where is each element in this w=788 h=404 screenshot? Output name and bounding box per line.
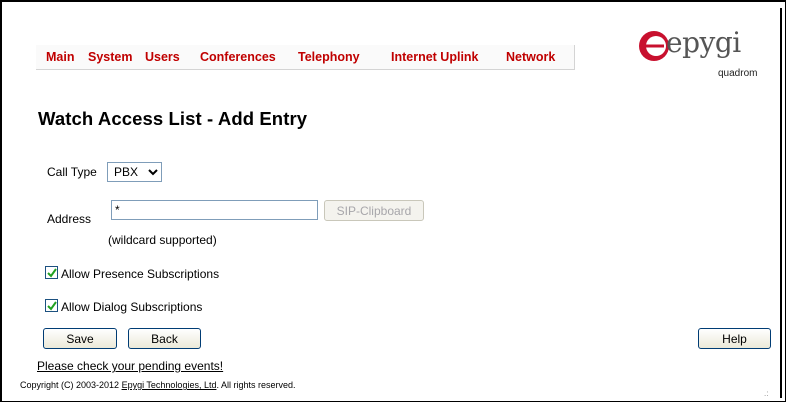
allow-presence-label: Allow Presence Subscriptions: [61, 267, 220, 281]
logo-subtitle: quadrom: [718, 68, 758, 79]
save-button[interactable]: Save: [43, 328, 117, 349]
copyright-notice: Copyright (C) 2003-2012 Epygi Technologi…: [20, 380, 296, 390]
allow-dialog-checkbox[interactable]: [45, 299, 58, 312]
nav-item-system[interactable]: System: [88, 50, 132, 64]
address-input[interactable]: [111, 200, 318, 220]
call-type-select[interactable]: PBX: [107, 162, 162, 182]
epygi-logo: epygi quadrom: [636, 26, 766, 82]
allow-dialog-label: Allow Dialog Subscriptions: [61, 300, 203, 314]
call-type-label: Call Type: [47, 165, 97, 179]
page-title: Watch Access List - Add Entry: [38, 108, 308, 129]
address-label: Address: [47, 212, 92, 226]
copyright-prefix: Copyright (C) 2003-2012: [20, 380, 122, 390]
help-button[interactable]: Help: [698, 328, 771, 349]
checkmark-icon: [47, 268, 57, 278]
nav-item-conferences[interactable]: Conferences: [200, 50, 276, 64]
sip-clipboard-button[interactable]: SIP-Clipboard: [324, 200, 424, 221]
nav-item-internet-uplink[interactable]: Internet Uplink: [391, 50, 479, 64]
checkmark-icon: [47, 301, 57, 311]
nav-item-users[interactable]: Users: [145, 50, 180, 64]
allow-presence-checkbox[interactable]: [45, 266, 58, 279]
company-link[interactable]: Epygi Technologies, Ltd: [122, 380, 217, 390]
main-navbar: Main System Users Conferences Telephony …: [36, 45, 575, 70]
nav-item-telephony[interactable]: Telephony: [298, 50, 360, 64]
back-button[interactable]: Back: [128, 328, 201, 349]
window-edge: [780, 8, 782, 398]
wildcard-note: (wildcard supported): [108, 233, 217, 247]
logo-wordmark: epygi: [666, 26, 741, 59]
nav-item-main[interactable]: Main: [46, 50, 74, 64]
nav-item-network[interactable]: Network: [506, 50, 555, 64]
pending-events-link[interactable]: Please check your pending events!: [37, 359, 223, 373]
copyright-suffix: . All rights reserved.: [216, 380, 296, 390]
resize-grip-icon[interactable]: .:: [764, 389, 768, 398]
